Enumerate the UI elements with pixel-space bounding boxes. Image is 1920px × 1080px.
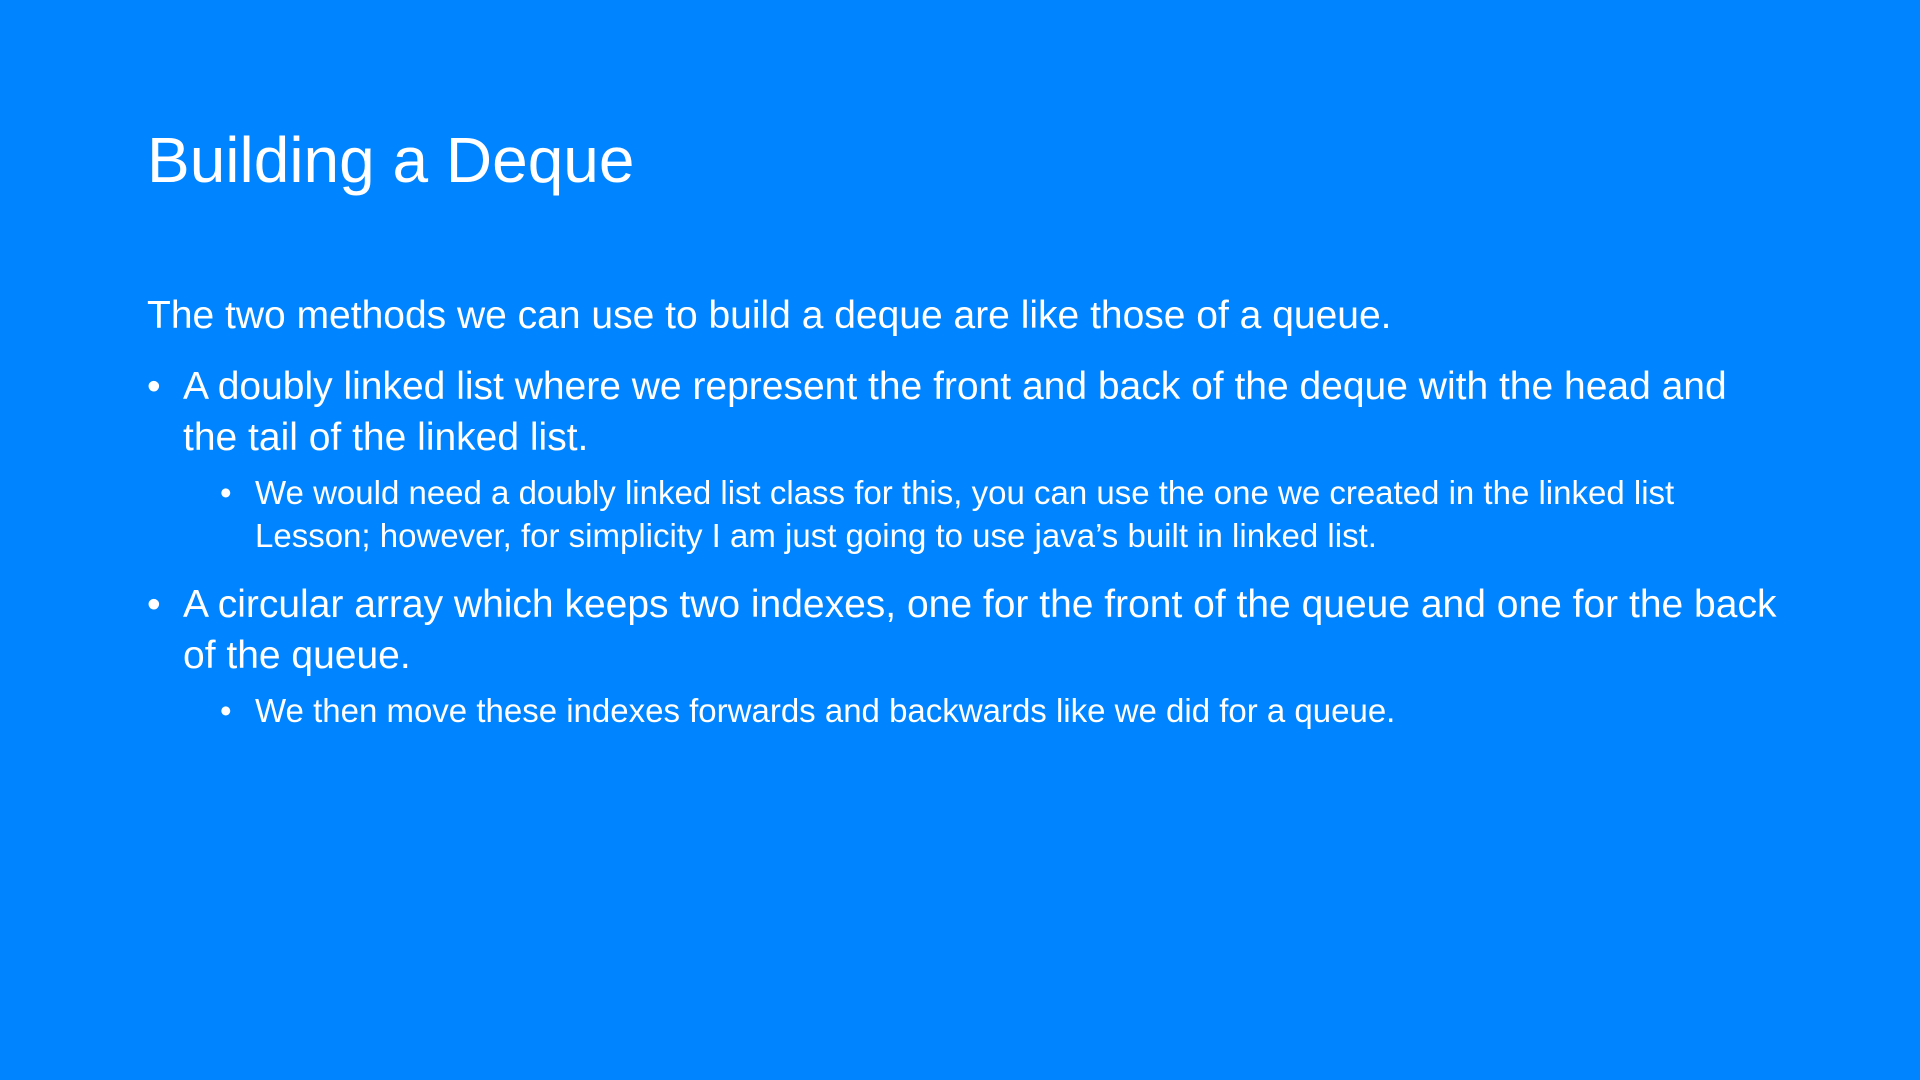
sub-bullet-text: We then move these indexes forwards and … xyxy=(255,692,1396,729)
sub-bullet-dot-icon: • xyxy=(220,692,232,729)
sub-bullet-item-linked-list-class: • We would need a doubly linked list cla… xyxy=(147,471,1787,557)
bullet-group-1: • A doubly linked list where we represen… xyxy=(147,361,1787,557)
bullet-dot-icon: • xyxy=(147,365,161,408)
sub-bullet-dot-icon: • xyxy=(220,474,232,511)
sub-bullet-text: We would need a doubly linked list class… xyxy=(255,474,1675,554)
sub-bullet-item-move-indexes: • We then move these indexes forwards an… xyxy=(147,689,1787,732)
bullet-item-doubly-linked-list: • A doubly linked list where we represen… xyxy=(147,361,1787,463)
intro-text: The two methods we can use to build a de… xyxy=(147,294,1392,337)
bullet-group-2: • A circular array which keeps two index… xyxy=(147,579,1787,732)
slide-body: The two methods we can use to build a de… xyxy=(147,290,1787,754)
bullet-text: A circular array which keeps two indexes… xyxy=(183,583,1777,677)
bullet-item-circular-array: • A circular array which keeps two index… xyxy=(147,579,1787,681)
bullet-text: A doubly linked list where we represent … xyxy=(183,365,1727,459)
slide-title: Building a Deque xyxy=(147,124,635,196)
bullet-dot-icon: • xyxy=(147,583,161,626)
slide: Building a Deque The two methods we can … xyxy=(0,0,1920,1080)
